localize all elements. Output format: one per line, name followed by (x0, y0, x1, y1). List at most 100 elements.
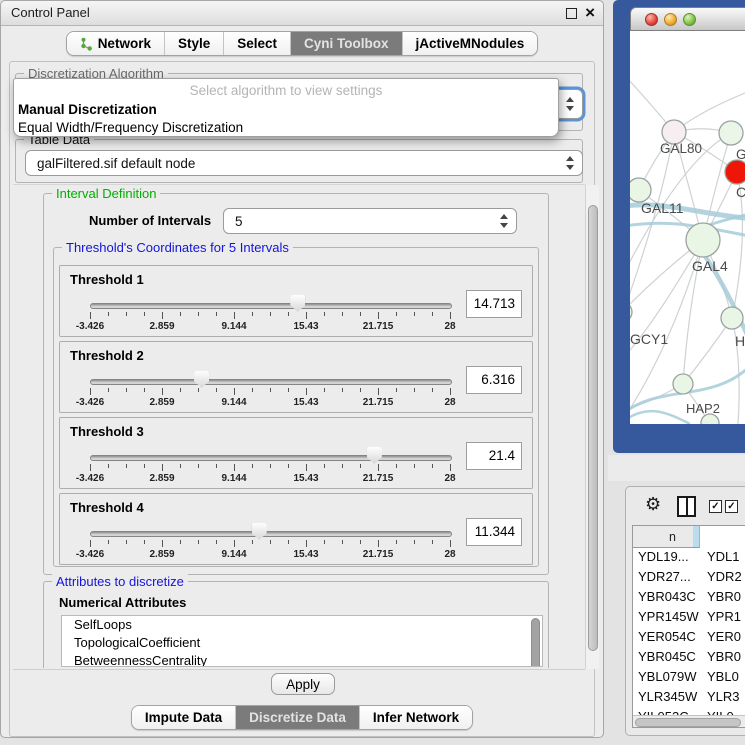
tick-label: 15.43 (293, 473, 318, 484)
tick-mark (306, 540, 307, 547)
threshold-value-field[interactable]: 14.713 (466, 290, 522, 318)
vertical-scrollbar-thumb[interactable] (588, 205, 598, 651)
tick-label: 28 (444, 397, 455, 408)
minimize-traffic-light-icon[interactable] (664, 13, 677, 26)
table-row[interactable]: YLR345WYLR3 (633, 689, 745, 709)
attribute-list-item[interactable]: TopologicalCoefficient (62, 634, 542, 652)
tick-mark (324, 464, 325, 468)
node-selected-red[interactable] (725, 160, 745, 184)
slider-thumb[interactable] (194, 371, 209, 388)
tick-label: 28 (444, 549, 455, 560)
node-gal4[interactable] (686, 223, 720, 257)
table-row[interactable]: YDR27...YDR2 (633, 569, 745, 589)
tick-mark (306, 464, 307, 471)
cell-shared-name: YBR043C (633, 589, 700, 609)
threshold-value-field[interactable]: 21.4 (466, 442, 522, 470)
float-window-icon[interactable] (566, 8, 577, 19)
slider-tick-labels: -3.4262.8599.14415.4321.71528 (90, 397, 450, 409)
horizontal-scrollbar[interactable] (633, 715, 745, 728)
apply-button[interactable]: Apply (271, 673, 335, 695)
number-of-intervals-combobox[interactable]: 5 (223, 208, 517, 234)
network-canvas[interactable]: GAL80GACGAL11GAL4GCY1HHAP2 (630, 31, 745, 424)
slider-track[interactable] (90, 303, 452, 309)
columns-icon[interactable] (677, 496, 696, 517)
numerical-attributes-label: Numerical Attributes (59, 595, 186, 610)
dropdown-option-manual-discretization[interactable]: Manual Discretization (14, 101, 558, 119)
node-unlabeled-top[interactable] (719, 121, 743, 145)
slider-track[interactable] (90, 455, 452, 461)
column-header-name[interactable]: n (633, 526, 693, 548)
tick-label: 9.144 (221, 397, 246, 408)
node-gal11[interactable] (630, 178, 651, 202)
network-edge-highlighted[interactable] (630, 411, 690, 424)
tab-style[interactable]: Style (165, 32, 224, 55)
attribute-list-item[interactable]: SelfLoops (62, 616, 542, 634)
network-edge[interactable] (630, 132, 674, 321)
tab-network[interactable]: Network (67, 32, 165, 55)
tick-mark (378, 540, 379, 547)
tick-mark (342, 464, 343, 468)
table-row[interactable]: YBR045CYBR0 (633, 649, 745, 669)
table-row[interactable]: YPR145WYPR1 (633, 609, 745, 629)
dropdown-option-equal-width-frequency[interactable]: Equal Width/Frequency Discretization (14, 119, 558, 137)
table-row[interactable]: YER054CYER0 (633, 629, 745, 649)
slider-track[interactable] (90, 379, 452, 385)
threshold-panel: Threshold 4 -3.4262.8599.14415.4321.7152… (59, 493, 533, 565)
tick-label: 9.144 (221, 473, 246, 484)
tick-label: -3.426 (76, 549, 104, 560)
cell-name: YER0 (700, 629, 741, 649)
node-label: C (736, 184, 745, 200)
node-label: GA (736, 147, 745, 162)
slider-track[interactable] (90, 531, 452, 537)
table-row[interactable]: YBR043CYBR0 (633, 589, 745, 609)
table-row[interactable]: YBL079WYBL0 (633, 669, 745, 689)
tick-mark (288, 388, 289, 392)
interval-definition-group-title: Interval Definition (52, 186, 160, 201)
zoom-traffic-light-icon[interactable] (683, 13, 696, 26)
node-h[interactable] (721, 307, 743, 329)
node-gcy1[interactable] (630, 302, 632, 322)
cell-shared-name: YBR045C (633, 649, 700, 669)
vertical-scrollbar[interactable] (585, 185, 599, 669)
list-scrollbar-thumb[interactable] (531, 618, 540, 667)
bottom-tab-bar: Impute Data Discretize Data Infer Networ… (1, 705, 603, 730)
threshold-label: Threshold 4 (70, 500, 144, 515)
tab-discretize-data[interactable]: Discretize Data (236, 706, 360, 729)
tab-cyni-toolbox[interactable]: Cyni Toolbox (291, 32, 403, 55)
checkbox-icon[interactable]: ✓ (709, 500, 722, 513)
table-row[interactable]: YDL19...YDL1 (633, 549, 745, 569)
close-icon[interactable]: × (585, 2, 595, 24)
tick-mark (234, 312, 235, 319)
slider-thumb[interactable] (290, 295, 305, 312)
numerical-attributes-list[interactable]: SelfLoopsTopologicalCoefficientBetweenne… (61, 615, 543, 667)
threshold-value-field[interactable]: 6.316 (466, 366, 522, 394)
tick-label: 2.859 (149, 321, 174, 332)
table-data-combobox[interactable]: galFiltered.sif default node (25, 150, 583, 176)
tab-jactivemnodules[interactable]: jActiveMNodules (403, 32, 538, 55)
node-hap2[interactable] (673, 374, 693, 394)
checkbox-icon[interactable]: ✓ (725, 500, 738, 513)
tick-mark (234, 540, 235, 547)
network-edge[interactable] (683, 318, 732, 384)
slider-thumb[interactable] (252, 523, 267, 540)
cell-name: YLR3 (700, 689, 740, 709)
cell-shared-name: YLR345W (633, 689, 700, 709)
tab-infer-network[interactable]: Infer Network (360, 706, 472, 729)
tick-mark (432, 312, 433, 316)
network-window-titlebar[interactable] (630, 7, 745, 31)
gear-icon[interactable]: ⚙ (645, 494, 661, 514)
threshold-value-field[interactable]: 11.344 (466, 518, 522, 546)
tick-mark (90, 464, 91, 471)
tick-mark (252, 312, 253, 316)
close-traffic-light-icon[interactable] (645, 13, 658, 26)
attribute-list-item[interactable]: BetweennessCentrality (62, 652, 542, 667)
horizontal-scrollbar-thumb[interactable] (635, 718, 741, 727)
tab-impute-data[interactable]: Impute Data (132, 706, 236, 729)
slider-thumb[interactable] (367, 447, 382, 464)
threshold-panel: Threshold 1 -3.4262.8599.14415.4321.7152… (59, 265, 533, 337)
tick-mark (378, 464, 379, 471)
tick-mark (90, 540, 91, 547)
dropdown-placeholder-item[interactable]: Select algorithm to view settings (14, 79, 558, 101)
tick-mark (126, 464, 127, 468)
tab-select[interactable]: Select (224, 32, 291, 55)
